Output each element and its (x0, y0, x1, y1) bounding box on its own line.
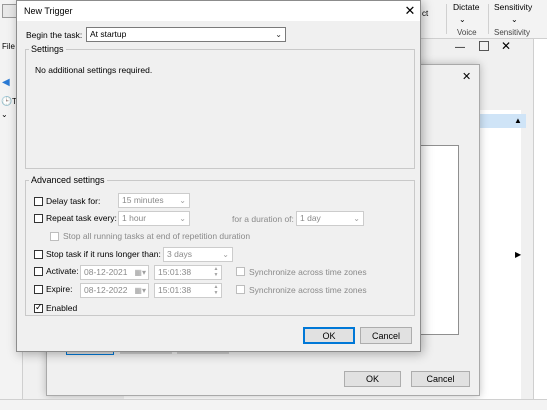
calendar-icon[interactable]: ▦▾ (134, 284, 146, 297)
expire-sync-label: Synchronize across time zones (249, 285, 367, 295)
sensitivity-button[interactable]: Sensitivity (494, 2, 532, 12)
repeat-label: Repeat task every: (46, 213, 117, 223)
duration-dropdown[interactable]: 1 day ⌄ (296, 211, 364, 226)
expire-date-value: 08-12-2022 (84, 285, 128, 295)
delay-dropdown[interactable]: 15 minutes ⌄ (118, 193, 190, 208)
stop-longer-value: 3 days (167, 249, 193, 259)
ribbon-fragment: ct (422, 9, 429, 18)
sensitivity-chevron-icon[interactable]: ⌄ (511, 15, 518, 24)
background-ribbon: ct Dictate ⌄ Voice Sensitivity ⌄ Sensiti… (419, 0, 547, 39)
background-cancel-button[interactable]: Cancel (411, 371, 470, 387)
voice-group-label: Voice (457, 28, 477, 37)
background-status-strip (0, 399, 547, 410)
minimize-icon[interactable]: — (455, 42, 465, 53)
chevron-down-icon: ⌄ (353, 214, 360, 223)
activate-label: Activate: (46, 266, 79, 276)
chevron-down-icon: ⌄ (275, 30, 282, 39)
ok-button[interactable]: OK (303, 327, 355, 344)
expand-icon[interactable]: ⌄ (1, 110, 8, 119)
dictate-button[interactable]: Dictate (453, 2, 479, 12)
duration-label: for a duration of: (232, 214, 294, 224)
spinner-icon[interactable]: ▲ ▼ (212, 266, 220, 279)
activate-sync-label: Synchronize across time zones (249, 267, 367, 277)
expire-time-input[interactable]: 15:01:38 ▲ ▼ (154, 283, 222, 298)
expire-checkbox[interactable] (34, 285, 43, 294)
dialog-title: New Trigger (24, 6, 73, 16)
activate-date-value: 08-12-2021 (84, 267, 128, 277)
dialog-titlebar: New Trigger ✕ (17, 1, 420, 21)
stop-running-checkbox[interactable] (50, 232, 59, 241)
close-icon[interactable]: ✕ (403, 3, 417, 19)
background-dialog-close-icon[interactable]: ✕ (462, 70, 471, 83)
activate-sync-checkbox[interactable] (236, 267, 245, 276)
file-menu[interactable]: File (2, 42, 15, 51)
repeat-value: 1 hour (122, 213, 147, 223)
sensitivity-group-label: Sensitivity (494, 28, 531, 37)
enabled-label: Enabled (46, 303, 78, 313)
expand-arrow-icon[interactable]: ▶ (515, 250, 521, 259)
stop-longer-dropdown[interactable]: 3 days ⌄ (163, 247, 233, 262)
advanced-settings-label: Advanced settings (29, 175, 107, 185)
chevron-down-icon: ⌄ (179, 214, 186, 223)
activate-time-input[interactable]: 15:01:38 ▲ ▼ (154, 265, 222, 280)
repeat-dropdown[interactable]: 1 hour ⌄ (118, 211, 190, 226)
expire-sync-checkbox[interactable] (236, 285, 245, 294)
expire-label: Expire: (46, 284, 73, 294)
stop-longer-checkbox[interactable] (34, 250, 43, 259)
cancel-button[interactable]: Cancel (360, 327, 412, 344)
activate-checkbox[interactable] (34, 267, 43, 276)
maximize-icon[interactable] (479, 41, 489, 51)
repeat-checkbox[interactable] (34, 214, 43, 223)
background-selection: ▲ (476, 114, 526, 128)
back-arrow-icon[interactable]: ◀ (2, 77, 10, 88)
window-close-icon[interactable]: ✕ (501, 39, 511, 53)
chevron-down-icon: ⌄ (222, 250, 229, 259)
chevron-down-icon: ⌄ (179, 196, 186, 205)
activate-date-input[interactable]: 08-12-2021 ▦▾ (80, 265, 149, 280)
begin-task-label: Begin the task: (26, 30, 83, 40)
settings-group-label: Settings (29, 44, 66, 54)
begin-task-dropdown[interactable]: At startup ⌄ (86, 27, 286, 42)
expire-date-input[interactable]: 08-12-2022 ▦▾ (80, 283, 149, 298)
new-trigger-dialog: New Trigger ✕ Begin the task: At startup… (16, 0, 421, 352)
background-ok-button[interactable]: OK (344, 371, 401, 387)
background-list-box (420, 145, 459, 335)
stop-longer-label: Stop task if it runs longer than: (46, 249, 161, 259)
delay-value: 15 minutes (122, 195, 164, 205)
expire-time-value: 15:01:38 (158, 285, 192, 295)
collapse-icon[interactable]: ▲ (514, 116, 522, 125)
enabled-checkbox[interactable] (34, 302, 43, 313)
dictate-chevron-icon[interactable]: ⌄ (459, 15, 466, 24)
calendar-icon[interactable]: ▦▾ (134, 266, 146, 279)
settings-text: No additional settings required. (35, 65, 153, 75)
stop-running-label: Stop all running tasks at end of repetit… (63, 231, 251, 241)
spinner-icon[interactable]: ▲ ▼ (212, 284, 220, 297)
delay-label: Delay task for: (46, 196, 101, 206)
delay-checkbox[interactable] (34, 197, 43, 206)
duration-value: 1 day (300, 213, 321, 223)
activate-time-value: 15:01:38 (158, 267, 192, 277)
clock-icon: 🕒 (1, 96, 13, 106)
begin-task-value: At startup (90, 29, 127, 39)
